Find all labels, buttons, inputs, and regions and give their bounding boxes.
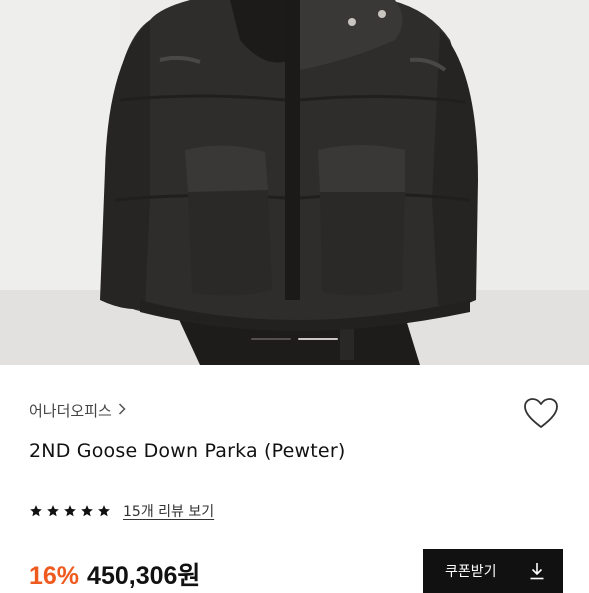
carousel-indicator: [0, 336, 589, 342]
review-link[interactable]: 15개 리뷰 보기: [123, 501, 214, 521]
brand-name: 어나더오피스: [29, 401, 112, 420]
rating-row: 15개 리뷰 보기: [29, 500, 214, 522]
carousel-dot-active[interactable]: [251, 338, 291, 340]
rating-stars: [29, 504, 111, 518]
product-image[interactable]: [0, 0, 589, 365]
discount-rate: 16%: [29, 562, 80, 590]
carousel-dot[interactable]: [298, 338, 338, 340]
price-row: 16% 450,306원: [29, 556, 200, 592]
download-icon: [530, 563, 544, 580]
brand-link[interactable]: 어나더오피스: [29, 397, 126, 423]
star-icon: [64, 505, 76, 517]
coupon-button-label: 쿠폰받기: [445, 564, 497, 580]
sale-price: 450,306원: [87, 562, 201, 590]
heart-icon[interactable]: [520, 393, 562, 435]
star-icon: [81, 505, 93, 517]
chevron-right-icon: [118, 401, 126, 419]
star-icon: [30, 505, 42, 517]
parka-photo: [0, 0, 589, 365]
coupon-button[interactable]: 쿠폰받기: [423, 549, 563, 593]
star-icon: [98, 505, 110, 517]
product-title: 2ND Goose Down Parka (Pewter): [29, 440, 346, 462]
star-icon: [47, 505, 59, 517]
